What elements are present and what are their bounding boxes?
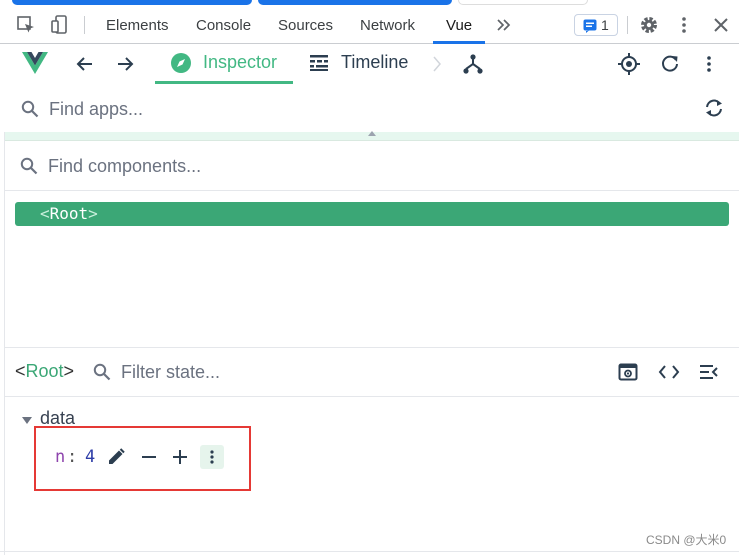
- tab-sources[interactable]: Sources: [278, 6, 333, 44]
- filter-state-input[interactable]: Filter state...: [121, 362, 220, 383]
- tab-elements[interactable]: Elements: [106, 6, 169, 44]
- browser-tab[interactable]: [258, 0, 452, 5]
- state-inspector-header: <Root> Filter state...: [5, 348, 739, 396]
- tag-open-bracket: <: [15, 361, 26, 381]
- vue-toolbar: Inspector Timeline: [0, 44, 739, 84]
- components-search-input[interactable]: Find components...: [48, 156, 201, 177]
- component-tree-icon[interactable]: [462, 53, 484, 75]
- selected-component-name: Root: [25, 361, 64, 381]
- vue-logo-icon: [22, 52, 48, 74]
- tab-vue[interactable]: Vue: [446, 6, 472, 44]
- toolbar-divider: [627, 16, 628, 34]
- more-tabs-chevron-icon[interactable]: [494, 15, 514, 35]
- toolbar-divider: [84, 16, 85, 34]
- browser-tab[interactable]: [12, 0, 252, 5]
- component-name: Root: [49, 204, 89, 223]
- target-crosshair-icon[interactable]: [618, 53, 640, 75]
- inspect-element-icon[interactable]: [16, 15, 36, 35]
- collapse-handle-icon[interactable]: [368, 131, 376, 136]
- tab-network[interactable]: Network: [360, 6, 415, 44]
- sync-icon[interactable]: [703, 98, 725, 118]
- tree-row-root[interactable]: <Root>: [15, 202, 729, 226]
- code-icon[interactable]: [658, 362, 680, 382]
- more-options-icon[interactable]: [674, 15, 694, 35]
- message-icon: [583, 19, 597, 33]
- prop-colon: :: [67, 447, 78, 467]
- bottom-border: [0, 551, 739, 552]
- settings-gear-icon[interactable]: [639, 15, 659, 35]
- divider: [5, 396, 739, 397]
- search-icon: [20, 157, 38, 175]
- caret-down-icon[interactable]: [22, 417, 32, 424]
- forward-arrow-icon[interactable]: [114, 53, 136, 75]
- tab-timeline[interactable]: Timeline: [341, 52, 408, 73]
- watermark: CSDN @大米0: [646, 533, 727, 547]
- apps-search-input[interactable]: Find apps...: [49, 99, 143, 120]
- scroll-to-component-icon[interactable]: [618, 362, 638, 382]
- tag-close-bracket: >: [88, 204, 98, 223]
- browser-tab[interactable]: [458, 0, 588, 5]
- apps-search-bar: Find apps...: [0, 84, 739, 132]
- refresh-icon[interactable]: [659, 53, 681, 75]
- compass-icon: [171, 53, 191, 73]
- prop-value[interactable]: 4: [85, 447, 95, 467]
- tag-open-bracket: <: [40, 204, 50, 223]
- search-icon: [21, 100, 39, 118]
- components-search-bar: Find components...: [5, 141, 739, 190]
- close-icon[interactable]: [711, 15, 731, 35]
- tag-close-bracket: >: [63, 361, 75, 381]
- panel-left-border: [4, 132, 5, 555]
- timeline-icon: [310, 54, 330, 72]
- prop-key: n: [55, 447, 66, 467]
- back-arrow-icon[interactable]: [74, 53, 96, 75]
- selected-component-label: <Root>: [15, 361, 74, 382]
- issues-badge[interactable]: 1: [574, 14, 618, 36]
- breadcrumb-chevron-icon: [432, 55, 442, 73]
- collapse-all-icon[interactable]: [698, 362, 720, 382]
- decrement-icon[interactable]: [139, 447, 159, 467]
- tab-console[interactable]: Console: [196, 6, 251, 44]
- search-icon: [93, 363, 111, 381]
- devtools-window: Elements Console Sources Network Vue 1 I…: [0, 0, 739, 555]
- edit-pencil-icon[interactable]: [106, 447, 126, 467]
- prop-more-options-icon[interactable]: [200, 445, 224, 469]
- vue-more-options-icon[interactable]: [699, 53, 719, 75]
- issues-count: 1: [601, 17, 609, 33]
- increment-icon[interactable]: [170, 447, 190, 467]
- tab-inspector[interactable]: Inspector: [203, 52, 277, 73]
- divider: [5, 190, 739, 191]
- devtools-toolbar: Elements Console Sources Network Vue 1: [0, 6, 739, 44]
- device-toolbar-icon[interactable]: [50, 15, 70, 35]
